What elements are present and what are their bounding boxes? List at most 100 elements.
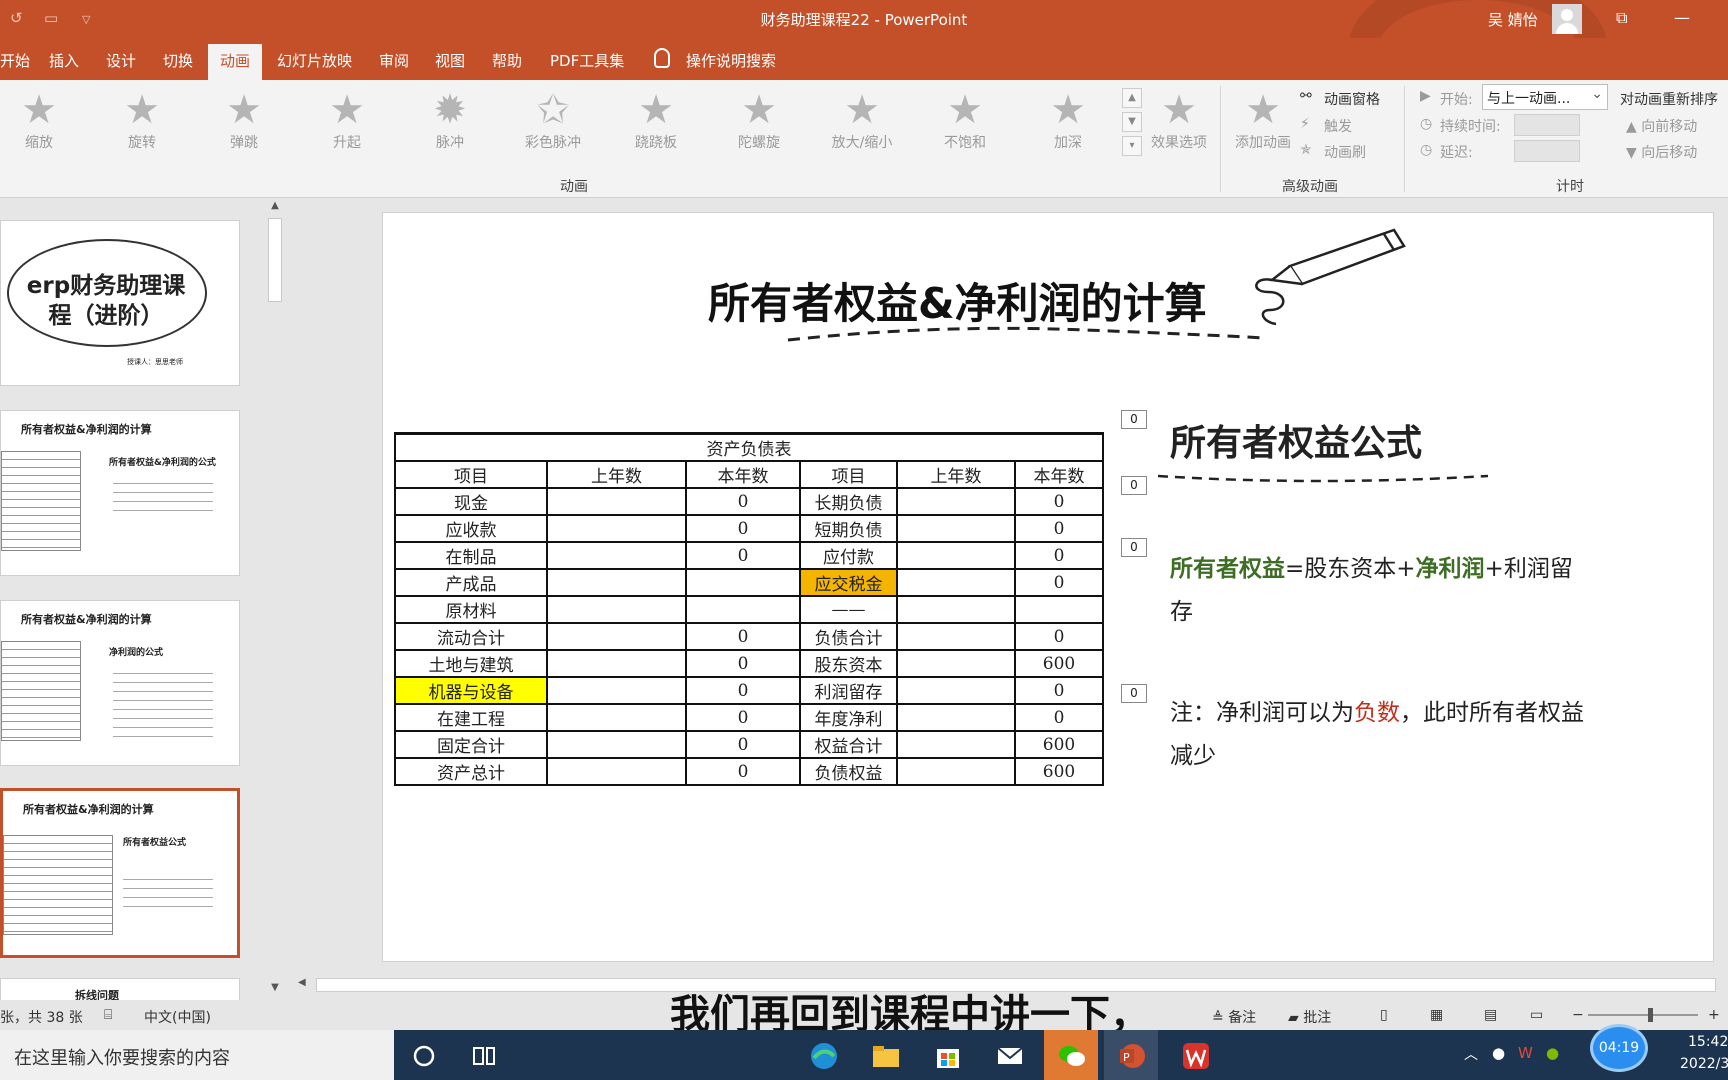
anim-rise[interactable]: ★ 升起 xyxy=(302,90,392,152)
scroll-up-icon[interactable]: ▲ xyxy=(266,200,284,216)
table-cell: 负债合计 xyxy=(799,622,898,651)
add-animation-button[interactable]: ★ 添加动画 xyxy=(1218,90,1308,152)
wechat-icon[interactable] xyxy=(1056,1040,1088,1072)
tab-pdf-tools[interactable]: PDF工具集 xyxy=(550,50,624,71)
thumbnail-text xyxy=(113,475,213,515)
anim-color-pulse[interactable]: ✩ 彩色脉冲 xyxy=(508,90,598,152)
heading-underline xyxy=(1157,474,1489,483)
thumbnail-title: 所有者权益&净利润的计算 xyxy=(21,423,152,436)
tray-chevron-icon[interactable]: ︿ xyxy=(1464,1044,1478,1064)
table-cell: 600 xyxy=(1014,757,1104,786)
delay-label: 延迟: xyxy=(1440,145,1473,161)
table-cell xyxy=(685,568,801,597)
microphone-icon[interactable]: ● xyxy=(1492,1044,1505,1062)
ribbon-tabs: 开始 插入 设计 切换 动画 幻灯片放映 审阅 视图 帮助 PDF工具集 操作说… xyxy=(0,38,1728,80)
anim-spin[interactable]: ★ 旋转 xyxy=(97,90,187,152)
start-select[interactable]: 与上一动画... xyxy=(1482,84,1608,110)
anim-grow-shrink[interactable]: ★ 放大/缩小 xyxy=(817,90,907,152)
wechat-tray-icon[interactable]: ● xyxy=(1546,1044,1559,1062)
scroll-thumb[interactable] xyxy=(268,218,282,302)
cortana-icon[interactable] xyxy=(408,1040,440,1072)
table-cell xyxy=(896,676,1016,705)
animation-painter-button[interactable]: 动画刷 xyxy=(1324,142,1366,162)
anim-pulse[interactable]: ✹ 脉冲 xyxy=(405,90,495,152)
table-cell: 在建工程 xyxy=(394,703,548,732)
edge-icon[interactable] xyxy=(808,1040,840,1072)
wps-icon[interactable] xyxy=(1180,1040,1212,1072)
anim-desaturate[interactable]: ★ 不饱和 xyxy=(920,90,1010,152)
minimize-icon[interactable]: — xyxy=(1674,8,1690,27)
net-profit-note[interactable]: 注：净利润可以为负数，此时所有者权益减少 xyxy=(1170,692,1590,778)
move-earlier-button[interactable]: ▲ 向前移动 xyxy=(1626,116,1697,136)
move-later-button[interactable]: ▼ 向后移动 xyxy=(1626,142,1697,162)
avatar[interactable] xyxy=(1552,4,1582,34)
wps-tray-icon[interactable]: W xyxy=(1518,1044,1533,1062)
table-cell: 产成品 xyxy=(394,568,548,597)
animation-pane-button[interactable]: 动画窗格 xyxy=(1324,89,1380,109)
duration-input[interactable] xyxy=(1514,114,1580,136)
star-icon: ★ xyxy=(638,87,674,133)
slide-thumbnail-3[interactable]: 所有者权益&净利润的计算 净利润的公式 xyxy=(0,600,240,766)
tab-home[interactable]: 开始 xyxy=(0,50,30,71)
table-cell: 0 xyxy=(685,757,801,786)
table-cell xyxy=(546,757,687,786)
thumbnail-text xyxy=(113,665,213,745)
clock-time[interactable]: 15:42 xyxy=(1688,1034,1728,1050)
thumbnail-scrollbar[interactable]: ▲ ▼ xyxy=(266,200,284,998)
tell-me-search[interactable]: 操作说明搜索 xyxy=(686,50,776,71)
anim-darken[interactable]: ★ 加深 xyxy=(1023,90,1113,152)
table-cell xyxy=(546,487,687,516)
header-cell: 项目 xyxy=(799,460,898,489)
tab-slideshow[interactable]: 幻灯片放映 xyxy=(277,50,352,71)
tab-design[interactable]: 设计 xyxy=(106,50,136,71)
table-cell: 0 xyxy=(1014,514,1104,543)
taskbar-search[interactable]: 在这里输入你要搜索的内容 xyxy=(0,1030,394,1080)
table-cell: 应付款 xyxy=(799,541,898,570)
owner-equity-formula[interactable]: 所有者权益=股东资本+净利润+利润留存 xyxy=(1170,548,1590,634)
tab-review[interactable]: 审阅 xyxy=(379,50,409,71)
animation-tag[interactable]: 0 xyxy=(1121,684,1147,703)
user-name[interactable]: 吴 婧怡 xyxy=(1488,9,1538,30)
powerpoint-icon[interactable]: P xyxy=(1116,1040,1148,1072)
tab-help[interactable]: 帮助 xyxy=(492,50,522,71)
file-explorer-icon[interactable] xyxy=(870,1040,902,1072)
tab-animations[interactable]: 动画 xyxy=(208,44,263,80)
anim-zoom[interactable]: ★ 缩放 xyxy=(0,90,84,152)
slide-thumbnail-1[interactable]: erp财务助理课程（进阶） 授课人：思思老师 xyxy=(0,220,240,386)
trigger-button[interactable]: 触发 xyxy=(1324,116,1352,136)
pencil-icon xyxy=(1255,228,1406,326)
table-cell: 0 xyxy=(1014,487,1104,516)
tab-insert[interactable]: 插入 xyxy=(49,50,79,71)
animation-tag[interactable]: 0 xyxy=(1121,538,1147,557)
anim-bounce[interactable]: ★ 弹跳 xyxy=(199,90,289,152)
table-cell xyxy=(896,514,1016,543)
anim-spin2[interactable]: ★ 陀螺旋 xyxy=(714,90,804,152)
slide-thumbnail-2[interactable]: 所有者权益&净利润的计算 所有者权益&净利润的公式 xyxy=(0,410,240,576)
clock-date[interactable]: 2022/3 xyxy=(1680,1056,1728,1072)
lightbulb-icon xyxy=(654,48,670,68)
table-cell xyxy=(896,622,1016,651)
start-label: 开始: xyxy=(1440,92,1473,108)
task-view-icon[interactable] xyxy=(468,1040,500,1072)
anim-teeter[interactable]: ★ 跷跷板 xyxy=(611,90,701,152)
balance-sheet-table[interactable]: 资产负债表 项目 上年数 本年数 项目 上年数 本年数 现金 0 长期负债 0 应收款… xyxy=(394,432,1104,786)
star-icon: ★ xyxy=(226,87,262,133)
mail-icon[interactable] xyxy=(994,1040,1026,1072)
tab-view[interactable]: 视图 xyxy=(435,50,465,71)
tab-transitions[interactable]: 切换 xyxy=(163,50,193,71)
animation-tag[interactable]: 0 xyxy=(1121,410,1147,429)
table-row: 在制品 0 应付款 0 xyxy=(394,541,1104,570)
table-cell: 应收款 xyxy=(394,514,548,543)
delay-input[interactable] xyxy=(1514,140,1580,162)
slide-thumbnail-4-selected[interactable]: 所有者权益&净利润的计算 所有者权益公式 xyxy=(0,788,240,958)
table-cell: 现金 xyxy=(394,487,548,516)
table-cell xyxy=(546,703,687,732)
animation-tag[interactable]: 0 xyxy=(1121,476,1147,495)
store-icon[interactable] xyxy=(932,1040,964,1072)
table-cell xyxy=(546,595,687,624)
effect-options-button[interactable]: ★ 效果选项 xyxy=(1134,90,1224,152)
recording-timer[interactable]: 04:19 xyxy=(1590,1024,1648,1072)
owner-equity-heading[interactable]: 所有者权益公式 xyxy=(1170,414,1422,466)
thumbnail-title: 所有者权益&净利润的计算 xyxy=(23,803,154,816)
ribbon-display-icon[interactable]: ⧉ xyxy=(1616,8,1627,28)
